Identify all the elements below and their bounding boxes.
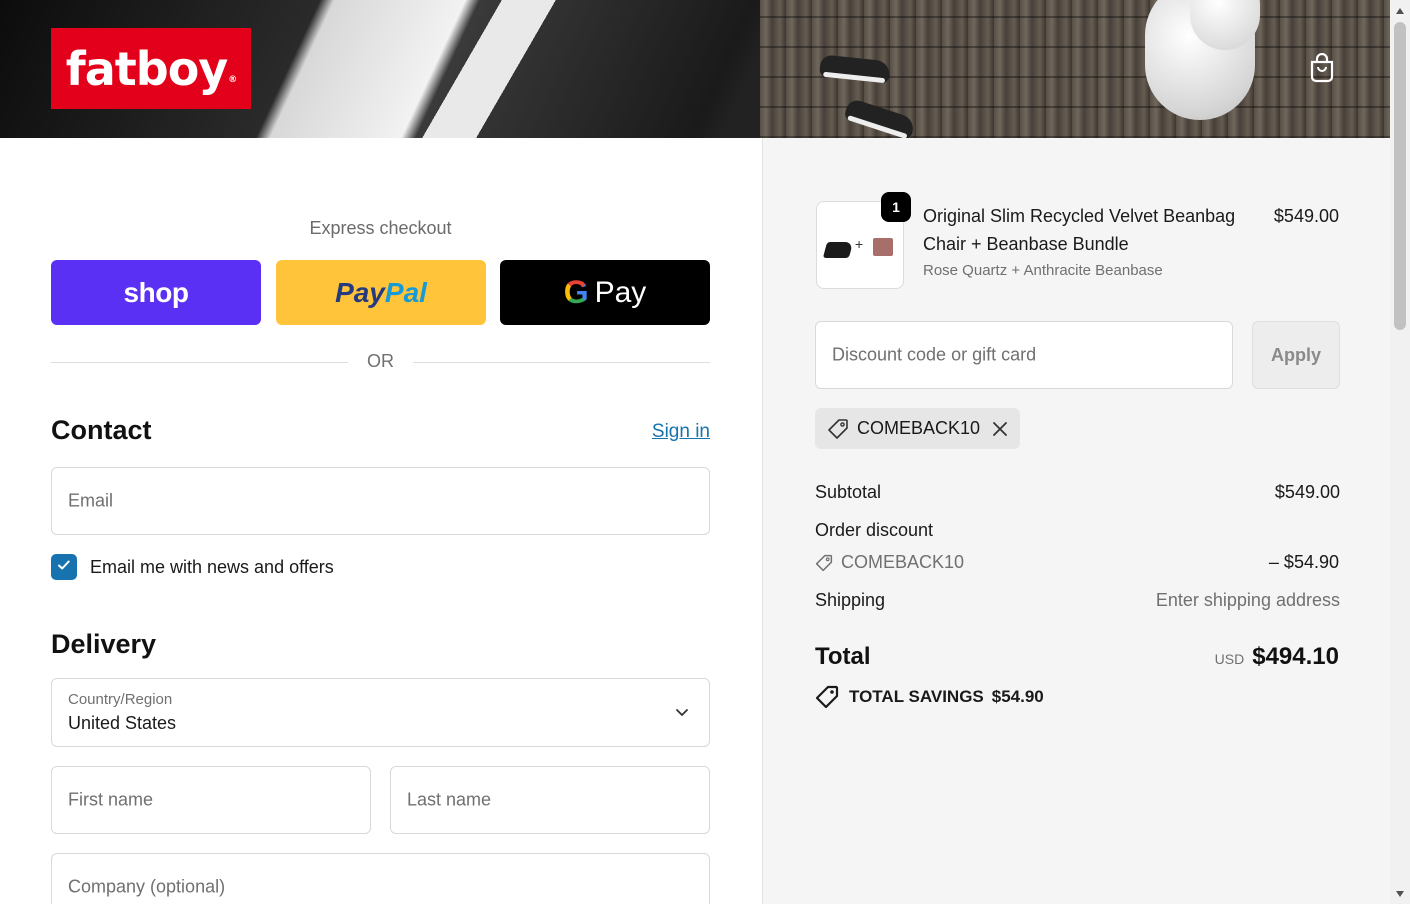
order-discount-code: COMEBACK10 xyxy=(841,552,965,572)
shipping-label: Shipping xyxy=(815,590,886,610)
triangle-up-icon xyxy=(1395,7,1405,15)
product-variant: Rose Quartz + Anthracite Beanbase xyxy=(923,262,1163,279)
beanbag-chair-image xyxy=(822,242,854,258)
shop-pay-label: shop xyxy=(123,276,189,308)
country-label: Country/Region xyxy=(68,691,173,708)
email-field[interactable]: Email xyxy=(51,467,710,535)
beanbase-image xyxy=(873,238,893,256)
checkout-form: Express checkout shop Pay Pal G Pay OR Con… xyxy=(0,138,762,904)
checkmark-icon xyxy=(56,557,72,578)
order-discount-code-row: COMEBACK10 xyxy=(815,552,964,573)
country-select[interactable]: Country/Region United States xyxy=(51,678,710,747)
savings-label: TOTAL SAVINGS xyxy=(849,687,984,706)
logo-text: fatboy xyxy=(65,41,229,96)
newsletter-checkbox-row[interactable]: Email me with news and offers xyxy=(51,554,334,580)
first-name-placeholder: First name xyxy=(68,789,154,810)
total-label: Total xyxy=(815,643,871,670)
divider-line xyxy=(413,362,710,363)
product-thumbnail: + 1 xyxy=(816,192,911,289)
scroll-down-button[interactable] xyxy=(1390,885,1410,902)
newsletter-label: Email me with news and offers xyxy=(90,556,334,577)
applied-discount-chip: COMEBACK10 xyxy=(815,408,1021,449)
paypal-label-part2: Pal xyxy=(384,276,427,308)
remove-discount-button[interactable] xyxy=(992,421,1008,437)
sign-in-link[interactable]: Sign in xyxy=(652,421,710,443)
logo-registered-mark: ® xyxy=(228,74,237,85)
subtotal-label: Subtotal xyxy=(815,482,882,502)
paypal-label-part1: Pay xyxy=(335,276,385,308)
scrollbar-thumb[interactable] xyxy=(1394,22,1406,330)
first-name-field[interactable]: First name xyxy=(51,766,371,834)
savings-value: $54.90 xyxy=(991,687,1044,706)
delivery-heading: Delivery xyxy=(51,629,157,659)
express-checkout-label: Express checkout xyxy=(309,218,452,238)
scroll-up-button[interactable] xyxy=(1390,2,1410,19)
total-value: $494.10 xyxy=(1252,643,1339,670)
header-banner: fatboy ® xyxy=(0,0,1390,138)
newsletter-checkbox[interactable] xyxy=(51,554,77,580)
savings-tag-icon xyxy=(815,685,839,709)
contact-heading: Contact xyxy=(51,415,152,445)
company-field[interactable]: Company (optional) xyxy=(51,853,710,904)
paypal-button[interactable]: Pay Pal xyxy=(276,260,486,325)
subtotal-value: $549.00 xyxy=(1274,482,1340,502)
google-pay-button[interactable]: G Pay xyxy=(500,260,710,325)
order-discount-label: Order discount xyxy=(815,520,934,540)
tag-icon xyxy=(815,554,833,572)
banner-photo-left xyxy=(340,0,620,138)
or-divider: OR xyxy=(51,350,710,374)
shopping-bag-icon xyxy=(1309,52,1335,88)
shipping-value: Enter shipping address xyxy=(1155,590,1340,610)
discount-code-input[interactable]: Discount code or gift card xyxy=(815,321,1233,389)
total-amount: USD $494.10 xyxy=(1215,643,1339,671)
last-name-placeholder: Last name xyxy=(407,789,492,810)
currency-code: USD xyxy=(1214,651,1245,667)
subtotal-row: Subtotal $549.00 xyxy=(815,482,1340,503)
thumbnail-plus: + xyxy=(855,236,864,252)
order-discount-value: – $54.90 xyxy=(1268,552,1339,572)
chevron-down-icon xyxy=(675,705,689,724)
quantity-badge: 1 xyxy=(881,192,911,222)
google-pay-label: Pay xyxy=(594,275,647,309)
product-price: $549.00 xyxy=(1273,206,1339,226)
triangle-down-icon xyxy=(1395,890,1405,898)
apply-discount-button[interactable]: Apply xyxy=(1252,321,1340,389)
country-value: United States xyxy=(68,713,177,733)
tag-icon xyxy=(827,418,849,440)
shipping-row: Shipping Enter shipping address xyxy=(815,590,1340,611)
discount-placeholder: Discount code or gift card xyxy=(832,344,1037,365)
product-title: Original Slim Recycled Velvet Beanbag Ch… xyxy=(923,206,1236,254)
total-savings: TOTAL SAVINGS $54.90 xyxy=(815,685,1044,709)
order-discount-row: Order discount xyxy=(815,520,1340,541)
brand-logo[interactable]: fatboy ® xyxy=(51,28,251,109)
page-scrollbar[interactable] xyxy=(1390,0,1410,904)
google-g-icon: G xyxy=(563,274,589,310)
email-placeholder: Email xyxy=(68,490,114,511)
shop-pay-button[interactable]: shop xyxy=(51,260,261,325)
company-placeholder: Company (optional) xyxy=(68,876,226,897)
last-name-field[interactable]: Last name xyxy=(390,766,710,834)
shopping-bag-button[interactable] xyxy=(1304,52,1340,88)
close-icon xyxy=(992,421,1008,437)
applied-discount-code: COMEBACK10 xyxy=(857,418,981,438)
order-summary: + 1 Original Slim Recycled Velvet Beanba… xyxy=(762,138,1390,904)
